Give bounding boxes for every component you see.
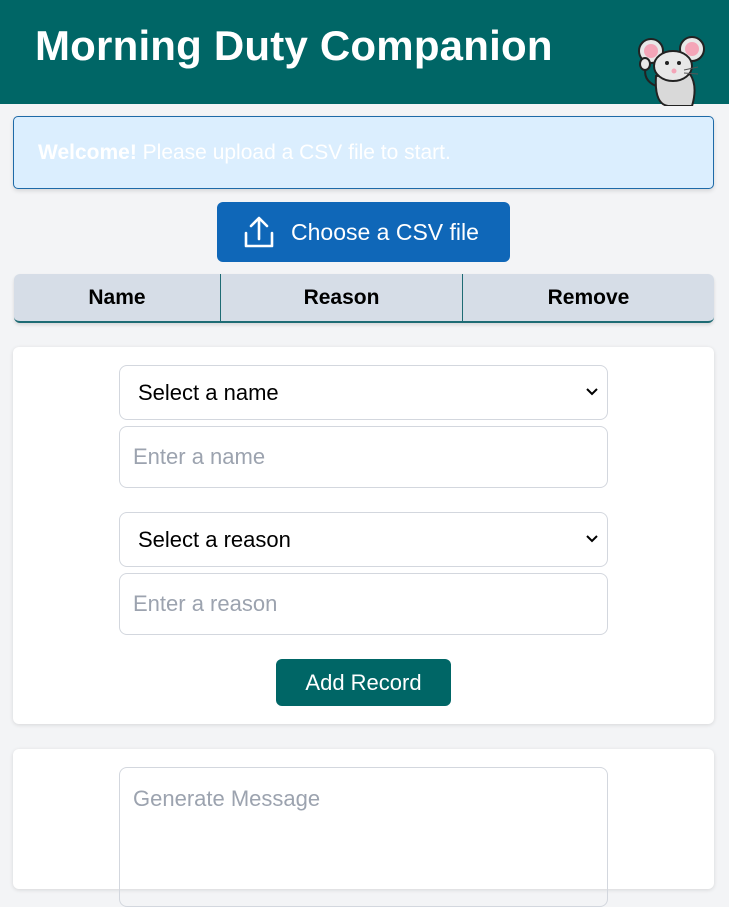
column-header-reason: Reason: [221, 274, 463, 321]
chevron-down-icon: [586, 535, 598, 543]
welcome-alert: Welcome! Please upload a CSV file to sta…: [13, 116, 714, 189]
message-card: Generate Message: [13, 749, 714, 907]
message-placeholder: Generate Message: [133, 786, 321, 811]
records-table-header: Name Reason Remove: [14, 274, 714, 323]
reason-select[interactable]: Select a reason: [119, 512, 608, 567]
reason-input-placeholder: Enter a reason: [133, 591, 278, 616]
chevron-down-icon: [586, 388, 598, 396]
generate-message-textarea[interactable]: Generate Message: [119, 767, 608, 907]
add-record-card: Select a name Enter a name Select a reas…: [13, 347, 714, 724]
add-record-button[interactable]: Add Record: [276, 659, 451, 706]
app-title: Morning Duty Companion: [35, 22, 553, 69]
app-header: Morning Duty Companion: [0, 0, 729, 106]
choose-csv-label: Choose a CSV file: [291, 218, 479, 245]
name-input[interactable]: Enter a name: [119, 426, 608, 488]
reason-input[interactable]: Enter a reason: [119, 573, 608, 635]
upload-icon: [244, 216, 274, 248]
choose-csv-button[interactable]: Choose a CSV file: [217, 202, 510, 262]
mouse-mascot-icon: [638, 36, 705, 106]
reason-select-value: Select a reason: [138, 526, 291, 552]
name-select-value: Select a name: [138, 379, 279, 405]
alert-text: Please upload a CSV file to start.: [136, 141, 451, 164]
column-header-name: Name: [14, 274, 221, 321]
name-input-placeholder: Enter a name: [133, 444, 266, 469]
alert-strong: Welcome!: [38, 141, 137, 164]
name-select[interactable]: Select a name: [119, 365, 608, 420]
column-header-remove: Remove: [547, 285, 630, 309]
